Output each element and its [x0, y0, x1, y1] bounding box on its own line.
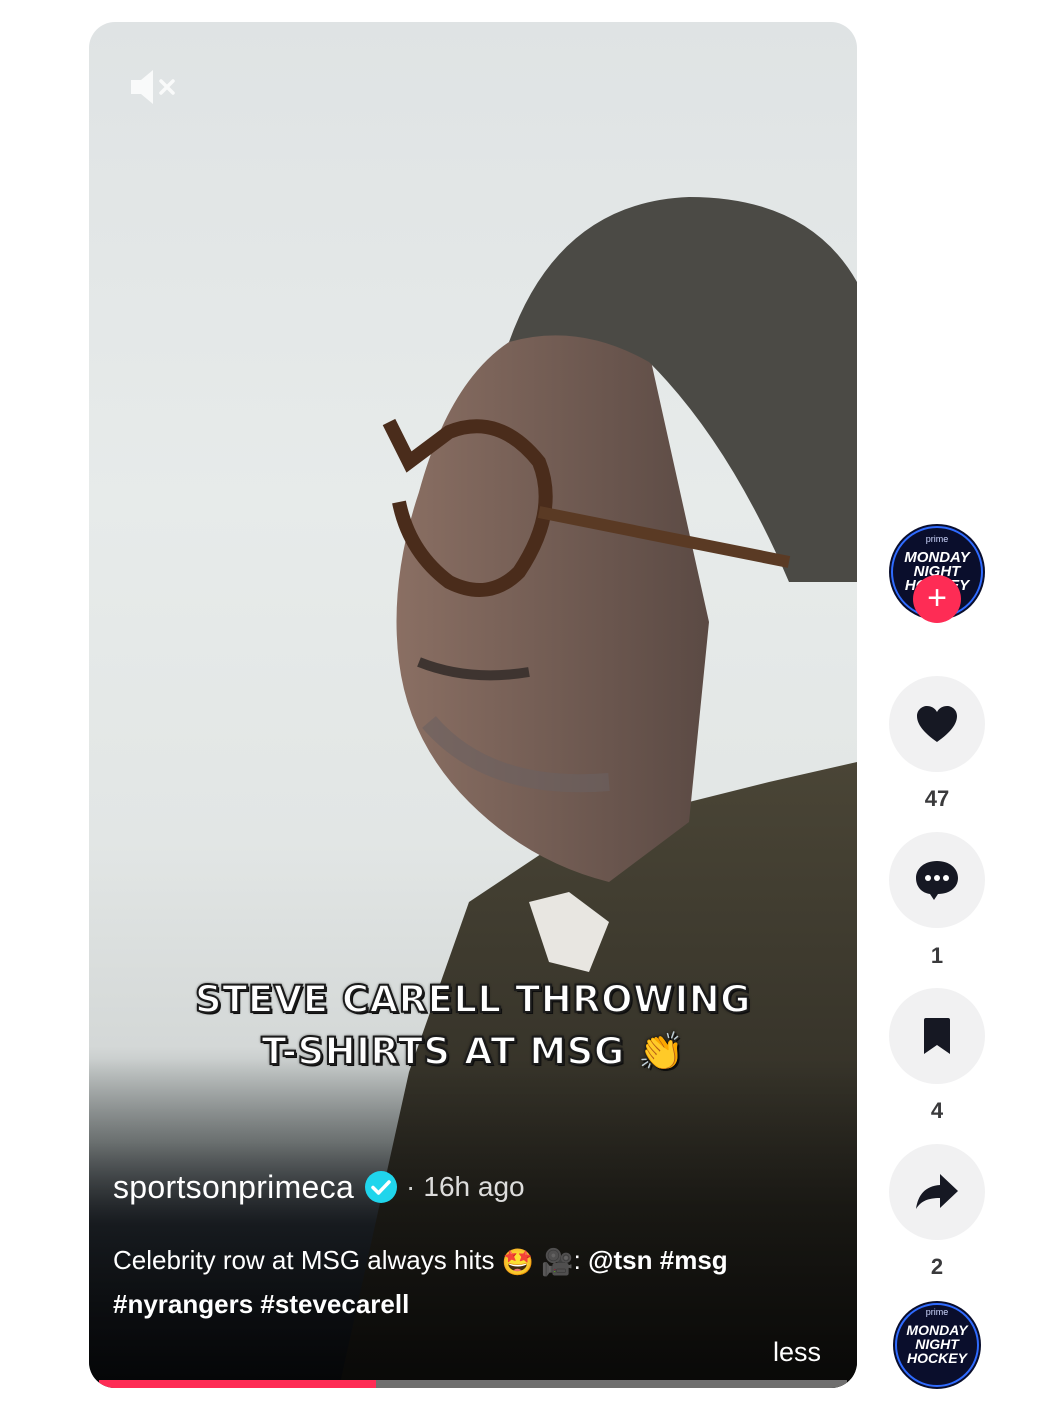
logo-line: NIGHT [915, 1336, 959, 1352]
author-row: sportsonprimeca · 16h ago [113, 1165, 833, 1209]
logo-line: HOCKEY [907, 1350, 967, 1366]
like-count: 47 [924, 786, 950, 811]
share-count: 2 [930, 1254, 944, 1279]
hashtag-link[interactable]: #nyrangers [113, 1289, 253, 1319]
less-button[interactable]: less [773, 1337, 821, 1368]
verified-badge-icon [365, 1171, 398, 1203]
save-count: 4 [930, 1098, 944, 1123]
video-meta: sportsonprimeca · 16h ago Celebrity row … [113, 1165, 833, 1368]
description-text: Celebrity row at MSG always hits [113, 1245, 495, 1275]
bookmark-icon [924, 1018, 950, 1054]
music-avatar-prime-label: prime [925, 1307, 949, 1317]
mention-link[interactable]: @tsn [588, 1245, 652, 1275]
star-struck-emoji: 🤩 [501, 1247, 535, 1278]
like-button[interactable] [889, 676, 985, 772]
video-caption: STEVE CARELL THROWING T-SHIRTS AT MSG 👏 [89, 974, 857, 1078]
description-colon: : [573, 1245, 581, 1275]
caption-line-1: STEVE CARELL THROWING [194, 977, 752, 1022]
progress-bar[interactable] [99, 1380, 847, 1388]
caption-line-2-text: T-SHIRTS AT MSG [260, 1029, 625, 1074]
hashtag-link[interactable]: #stevecarell [260, 1289, 409, 1319]
video-description: Celebrity row at MSG always hits 🤩 🎥: @t… [113, 1239, 813, 1325]
progress-fill [99, 1380, 376, 1388]
heart-icon [917, 706, 957, 742]
music-avatar-logo-text: MONDAY NIGHT HOCKEY [893, 1323, 981, 1365]
comment-count: 1 [930, 943, 944, 968]
logo-line: MONDAY [906, 1322, 968, 1338]
author-name[interactable]: sportsonprimeca [113, 1169, 354, 1206]
clap-emoji: 👏 [638, 1030, 685, 1073]
video-player[interactable]: STEVE CARELL THROWING T-SHIRTS AT MSG 👏 … [89, 22, 857, 1388]
plus-icon[interactable]: + [913, 575, 961, 623]
caption-line-2: T-SHIRTS AT MSG 👏 [89, 1026, 857, 1078]
share-button[interactable] [889, 1144, 985, 1240]
comment-icon [916, 861, 958, 900]
meta-separator: · [406, 1171, 416, 1202]
hashtag-link[interactable]: #msg [660, 1245, 728, 1275]
post-time: 16h ago [423, 1171, 525, 1202]
share-icon [916, 1174, 958, 1209]
avatar-prime-label: prime [925, 534, 949, 544]
camera-emoji: 🎥 [541, 1247, 574, 1278]
save-button[interactable] [889, 988, 985, 1084]
music-avatar[interactable]: prime MONDAY NIGHT HOCKEY [893, 1301, 981, 1389]
mute-icon[interactable] [129, 66, 179, 108]
comment-button[interactable] [889, 832, 985, 928]
